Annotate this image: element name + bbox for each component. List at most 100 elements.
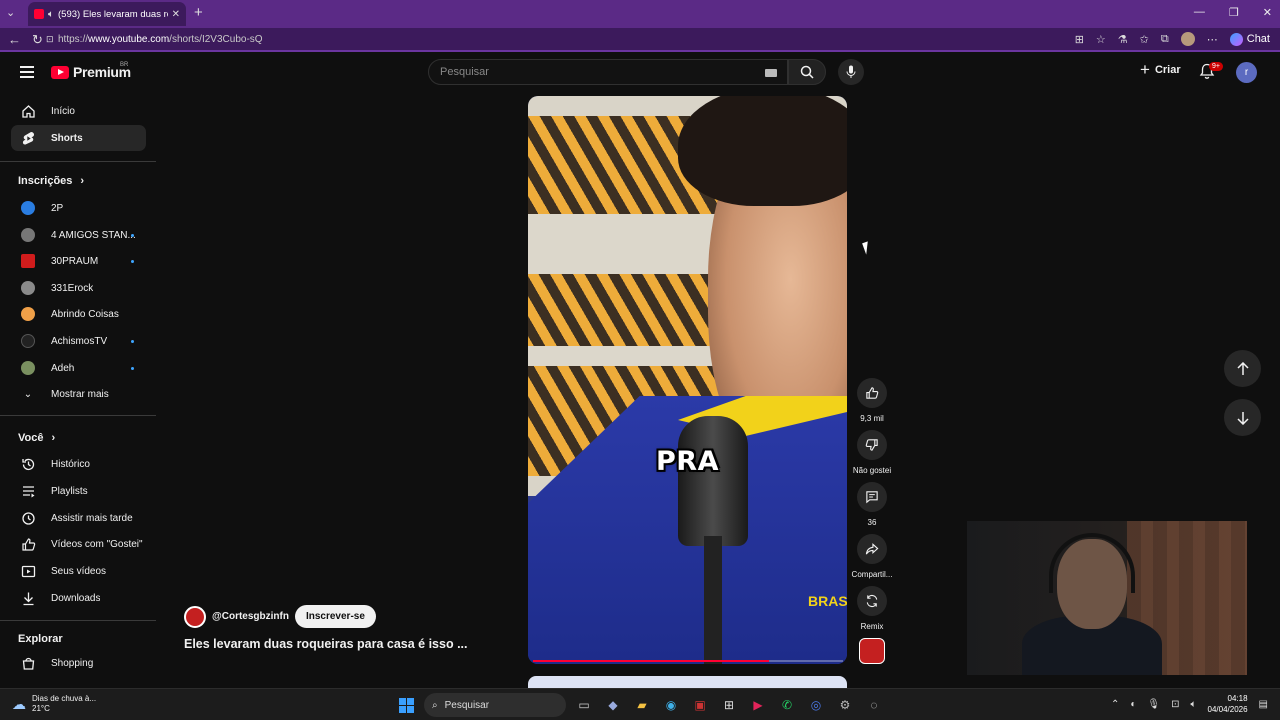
favorite-star-icon[interactable]: ☆ <box>1096 33 1106 46</box>
tab-close-icon[interactable]: ✕ <box>172 9 180 20</box>
country-code: BR <box>120 62 129 68</box>
dislike-button[interactable] <box>857 430 887 460</box>
site-info-icon[interactable]: ⊡ <box>46 34 54 45</box>
you-header[interactable]: Você › <box>18 432 55 444</box>
previous-short-button[interactable] <box>1224 350 1261 387</box>
sidebar-item-your-videos[interactable]: Seus vídeos <box>11 558 146 584</box>
channel-avatar[interactable] <box>184 605 206 628</box>
whatsapp-icon[interactable]: ✆ <box>776 694 798 716</box>
obs-icon[interactable]: ◌ <box>863 694 885 716</box>
store-icon[interactable]: ⊞ <box>718 694 740 716</box>
start-button[interactable] <box>395 694 417 716</box>
voice-search-button[interactable] <box>838 59 864 85</box>
like-button[interactable] <box>857 378 887 408</box>
audio-playing-icon[interactable]: 🔈︎ <box>48 9 54 20</box>
media-player-icon[interactable]: ▶ <box>747 694 769 716</box>
rain-cloud-icon: ☁ <box>12 695 26 712</box>
new-tab-icon[interactable]: + <box>194 4 203 21</box>
next-short-button[interactable] <box>1224 399 1261 436</box>
comments-button[interactable] <box>857 482 887 512</box>
audio-source-thumbnail[interactable] <box>859 638 885 664</box>
sidebar-item-shorts[interactable]: Shorts <box>11 125 146 151</box>
subscribe-button[interactable]: Inscrever-se <box>294 605 376 628</box>
browser-tab-active[interactable]: 🔈︎ (593) Eles levaram duas roquei ✕ <box>28 2 186 26</box>
video-progress-bar[interactable] <box>533 660 843 662</box>
url-field[interactable]: https://www.youtube.com/shorts/I2V3Cubo-… <box>58 34 263 45</box>
taskbar-search-label: Pesquisar <box>444 699 490 711</box>
notifications-icon[interactable]: ▤ <box>1259 699 1268 710</box>
weather-widget[interactable]: ☁ Dias de chuva à... 21°C <box>12 694 96 714</box>
taskbar-search[interactable]: ⌕ Pesquisar <box>424 693 566 717</box>
profile-avatar[interactable] <box>1180 32 1195 46</box>
create-button[interactable]: + Criar <box>1140 61 1181 78</box>
mouse-cursor-icon <box>862 241 872 255</box>
user-avatar[interactable]: r <box>1236 62 1257 83</box>
sidebar-item-liked[interactable]: Vídeos com "Gostei" <box>11 531 146 557</box>
keyboard-icon[interactable] <box>765 69 777 77</box>
channel-avatar <box>21 228 35 242</box>
close-window-icon[interactable]: ✕ <box>1263 6 1272 19</box>
widgets-icon[interactable]: ◆ <box>602 694 624 716</box>
reload-icon[interactable]: ↻ <box>32 32 43 48</box>
next-short-preview[interactable] <box>528 676 847 688</box>
sidebar-item-channel[interactable]: 4 AMIGOS STAN... <box>11 222 146 248</box>
share-button[interactable] <box>857 534 887 564</box>
video-frame-wall <box>528 346 728 366</box>
remix-label: Remix <box>860 622 884 631</box>
sidebar-item-channel[interactable]: AchismosTV <box>11 328 146 354</box>
more-menu-icon[interactable]: ⋯ <box>1207 33 1218 46</box>
explore-header: Explorar <box>18 633 63 645</box>
shorts-video-player[interactable]: PRA BRAS <box>528 96 847 664</box>
short-title[interactable]: Eles levaram duas roqueiras para casa é … <box>184 637 468 651</box>
tray-expand-icon[interactable]: ⌃ <box>1111 699 1119 710</box>
sidebar-item-downloads[interactable]: Downloads <box>11 585 146 611</box>
tab-list-chevron-icon[interactable]: ⌄ <box>6 6 15 19</box>
sidebar-item-watch-later[interactable]: Assistir mais tarde <box>11 505 146 531</box>
explore-title: Explorar <box>18 633 63 645</box>
sidebar-item-channel[interactable]: 2P <box>11 195 146 221</box>
subscriptions-header[interactable]: Inscrições › <box>18 175 84 187</box>
minimize-icon[interactable]: — <box>1194 6 1205 19</box>
network-icon[interactable]: ⊡ <box>1171 699 1179 710</box>
favorites-icon[interactable]: ✩ <box>1140 33 1149 46</box>
youtube-premium-logo[interactable]: Premium <box>51 64 131 80</box>
extensions-icon[interactable]: ⚗ <box>1118 33 1128 46</box>
ea-app-icon[interactable]: ◎ <box>805 694 827 716</box>
sidebar-item-channel[interactable]: Adeh <box>11 355 146 381</box>
sidebar-item-channel[interactable]: 331Erock <box>11 275 146 301</box>
system-clock[interactable]: 04:18 04/04/2026 <box>1208 693 1248 715</box>
app-icon[interactable]: ▣ <box>689 694 711 716</box>
file-explorer-icon[interactable]: ▰ <box>631 694 653 716</box>
search-button[interactable] <box>788 59 826 85</box>
channel-info: @Cortesgbzinfn Inscrever-se <box>184 605 376 628</box>
create-label: Criar <box>1154 64 1181 76</box>
edge-browser-icon[interactable]: ◉ <box>660 694 682 716</box>
remix-button[interactable] <box>857 586 887 616</box>
back-icon[interactable]: ← <box>8 32 21 47</box>
collections-icon[interactable]: ⧉ <box>1161 33 1169 46</box>
tray-app-icon[interactable]: ◐ <box>1130 699 1136 710</box>
like-action: 9,3 mil <box>850 378 894 423</box>
settings-gear-icon[interactable]: ⚙ <box>834 694 856 716</box>
volume-icon[interactable]: 🔈︎ <box>1191 699 1197 710</box>
sidebar-item-channel[interactable]: Abrindo Coisas <box>11 301 146 327</box>
sidebar-item-home[interactable]: Início <box>11 98 146 124</box>
show-more-button[interactable]: ⌄ Mostrar mais <box>11 381 146 407</box>
sidebar-item-playlists[interactable]: Playlists <box>11 478 146 504</box>
subscriptions-title: Inscrições <box>18 175 73 187</box>
channel-handle[interactable]: @Cortesgbzinfn <box>212 611 289 622</box>
search-input[interactable]: Pesquisar <box>428 59 788 85</box>
microphone-tray-icon[interactable]: 🎙︎ <box>1147 699 1160 710</box>
you-title: Você <box>18 432 44 444</box>
copilot-chat-button[interactable]: Chat <box>1229 32 1270 46</box>
sidebar-item-channel[interactable]: 30PRAUM <box>11 248 146 274</box>
sidebar-item-shopping[interactable]: Shopping <box>11 650 146 676</box>
sidebar-item-history[interactable]: Histórico <box>11 451 146 477</box>
video-frame-hair <box>678 96 847 206</box>
task-view-icon[interactable]: ▭ <box>573 694 595 716</box>
restore-icon[interactable]: ❐ <box>1229 6 1239 19</box>
app-available-icon[interactable]: ⊞ <box>1075 33 1084 46</box>
chevron-right-icon: › <box>80 175 85 187</box>
menu-icon[interactable] <box>20 66 34 81</box>
notification-badge: 9+ <box>1209 62 1223 71</box>
